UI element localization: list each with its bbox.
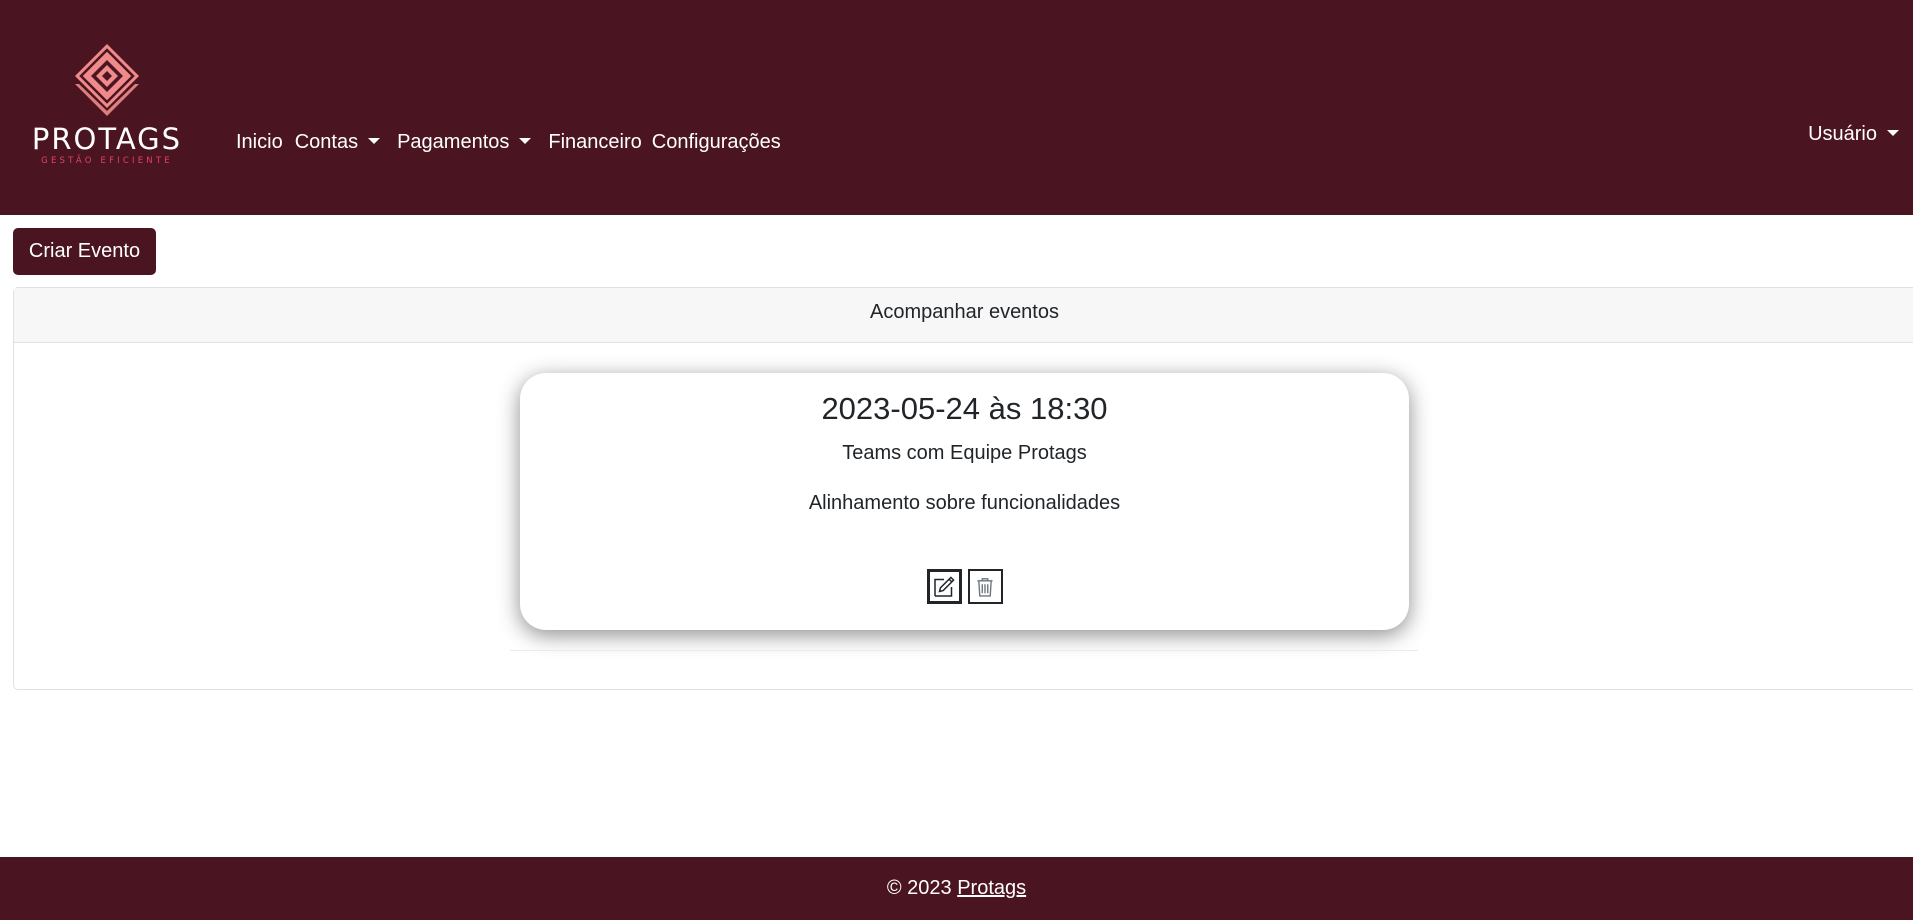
delete-event-button[interactable] [967, 569, 1003, 604]
brand-name: PROTAGS [31, 122, 183, 156]
nav-item-label: Inicio [236, 131, 283, 153]
create-event-button[interactable]: Criar Evento [13, 228, 156, 275]
footer: © 2023 Protags [0, 857, 1913, 920]
nav-item-pagamentos[interactable]: Pagamentos [397, 131, 532, 154]
brand-tagline: GESTÃO EFICIENTE [41, 156, 173, 166]
user-menu-dropdown[interactable]: Usuário [1808, 123, 1899, 146]
chevron-down-icon [368, 137, 381, 144]
nav-item-label: Contas [294, 131, 359, 153]
chevron-down-icon [519, 137, 532, 144]
footer-protags-link[interactable]: Protags [957, 877, 1026, 899]
event-title: Teams com Equipe Protags [842, 442, 1087, 464]
event-description: Alinhamento sobre funcionalidades [808, 492, 1121, 514]
main-nav: Inicio Contas Pagamentos Financeiro Conf… [236, 131, 781, 154]
event-actions [520, 569, 1409, 604]
footer-copyright: © 2023 [886, 877, 952, 899]
nav-item-inicio[interactable]: Inicio [236, 131, 283, 154]
nav-item-label: Financeiro [548, 131, 642, 153]
nav-item-label: Pagamentos [397, 131, 510, 153]
trash-icon [977, 577, 993, 597]
divider [510, 650, 1418, 651]
brand-logo[interactable]: PROTAGS GESTÃO EFICIENTE [27, 42, 187, 170]
user-menu-label: Usuário [1808, 123, 1877, 145]
chevron-down-icon [1887, 129, 1899, 136]
pencil-square-icon [934, 575, 955, 597]
nav-item-label: Configurações [651, 131, 781, 153]
nav-item-financeiro[interactable]: Financeiro [548, 131, 641, 154]
top-navbar: PROTAGS GESTÃO EFICIENTE Inicio Contas P… [0, 0, 1913, 215]
logo-diamond-icon [75, 44, 139, 116]
event-datetime: 2023-05-24 às 18:30 [821, 391, 1108, 426]
panel-header: Acompanhar eventos [14, 288, 1913, 343]
event-card: 2023-05-24 às 18:30 Teams com Equipe Pro… [520, 373, 1409, 630]
edit-event-button[interactable] [926, 569, 962, 604]
panel-title: Acompanhar eventos [869, 301, 1059, 323]
nav-item-configuracoes[interactable]: Configurações [652, 131, 781, 154]
nav-item-contas[interactable]: Contas [294, 131, 381, 154]
